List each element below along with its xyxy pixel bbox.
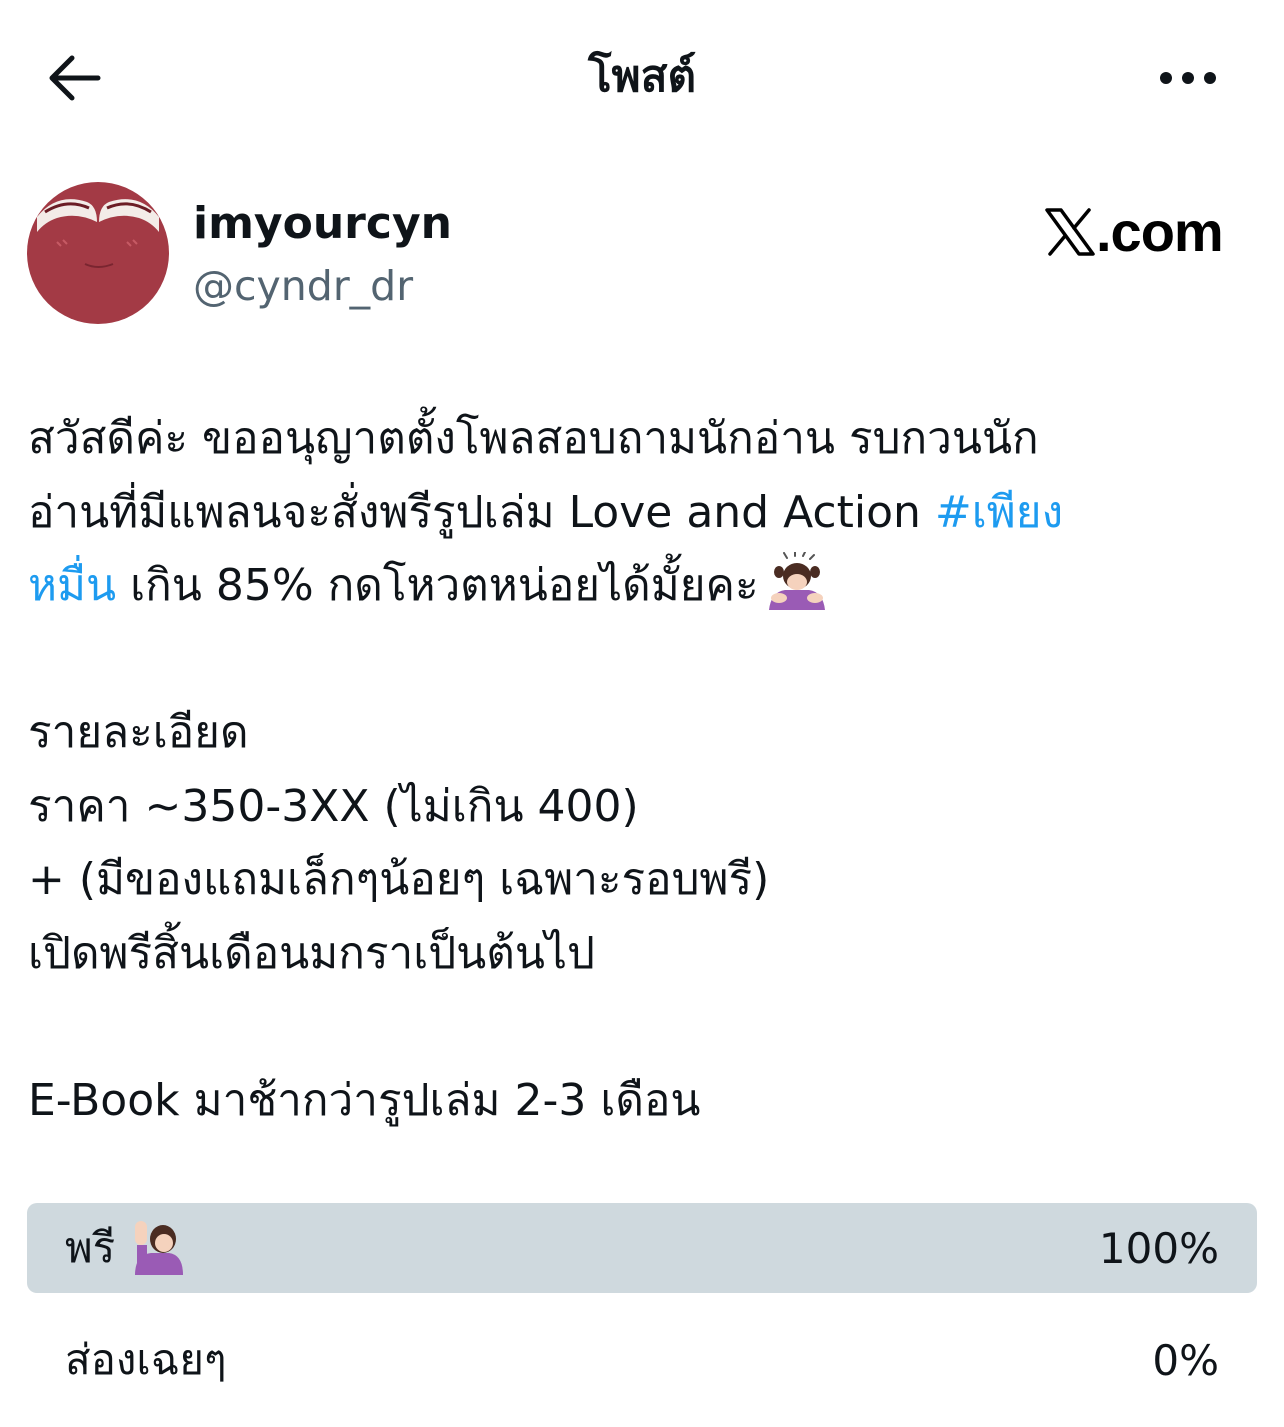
watermark-text: .com <box>1096 200 1224 263</box>
arrow-left-icon <box>49 55 101 101</box>
more-horizontal-icon <box>1160 72 1216 84</box>
poll-option[interactable]: พรี 100% <box>27 1203 1257 1293</box>
back-button[interactable] <box>38 46 110 110</box>
author-display-name[interactable]: imyourcyn <box>193 196 452 252</box>
tweet-line: รายละเอียด <box>28 707 249 758</box>
tweet-line: สวัสดีค่ะ ขออนุญาตตั้งโพลสอบถามนักอ่าน ร… <box>28 413 1039 464</box>
x-logo-icon <box>1045 208 1095 256</box>
tweet-body: สวัสดีค่ะ ขออนุญาตตั้งโพลสอบถามนักอ่าน ร… <box>28 402 1228 1137</box>
x-com-watermark: .com <box>1044 200 1244 264</box>
hashtag-link[interactable]: #เพียง <box>935 487 1063 538</box>
poll-option[interactable]: ส่องเฉยๆ 0% <box>27 1315 1257 1405</box>
poll-result-bar <box>27 1203 1257 1293</box>
page-title: โพสต์ <box>587 51 697 102</box>
tweet-line: หมื่น เกิน 85% กดโหวตหน่อยได้มั้ยคะ <box>28 549 1228 623</box>
tweet-line: E-Book มาช้ากว่ารูปเล่ม 2-3 เดือน <box>28 1074 701 1126</box>
tweet-line: อ่านที่มีแพลนจะสั่งพรีรูปเล่ม Love and A… <box>28 476 1228 550</box>
author-handle[interactable]: @cyndr_dr <box>193 258 413 314</box>
avatar[interactable] <box>27 182 169 324</box>
poll-option-label: พรี <box>65 1203 187 1293</box>
more-options-button[interactable] <box>1150 46 1226 110</box>
tweet-line: + (มีของแถมเล็กๆน้อยๆ เฉพาะรอบพรี) <box>28 854 770 905</box>
poll: พรี 100% ส่องเฉยๆ 0% <box>27 1203 1257 1427</box>
poll-option-percent: 0% <box>1152 1335 1219 1385</box>
top-navigation-bar: โพสต์ <box>0 0 1284 160</box>
hashtag-link-continued[interactable]: หมื่น <box>28 560 116 611</box>
poll-option-text: พรี <box>65 1223 116 1272</box>
poll-option-text: ส่องเฉยๆ <box>65 1335 227 1384</box>
person-bowing-icon <box>768 552 825 610</box>
tweet-line: เปิดพรีสิ้นเดือนมกราเป็นต้นไป <box>28 927 595 979</box>
tweet-line: ราคา ~350-3XX (ไม่เกิน 400) <box>28 780 639 832</box>
poll-option-label: ส่องเฉยๆ <box>65 1315 227 1405</box>
poll-option-percent: 100% <box>1098 1223 1219 1273</box>
person-raising-hand-icon <box>135 1221 184 1275</box>
tweet-line-text: เกิน 85% กดโหวตหน่อยได้มั้ยคะ <box>116 560 759 611</box>
tweet-line-text: อ่านที่มีแพลนจะสั่งพรีรูปเล่ม Love and A… <box>28 486 935 538</box>
